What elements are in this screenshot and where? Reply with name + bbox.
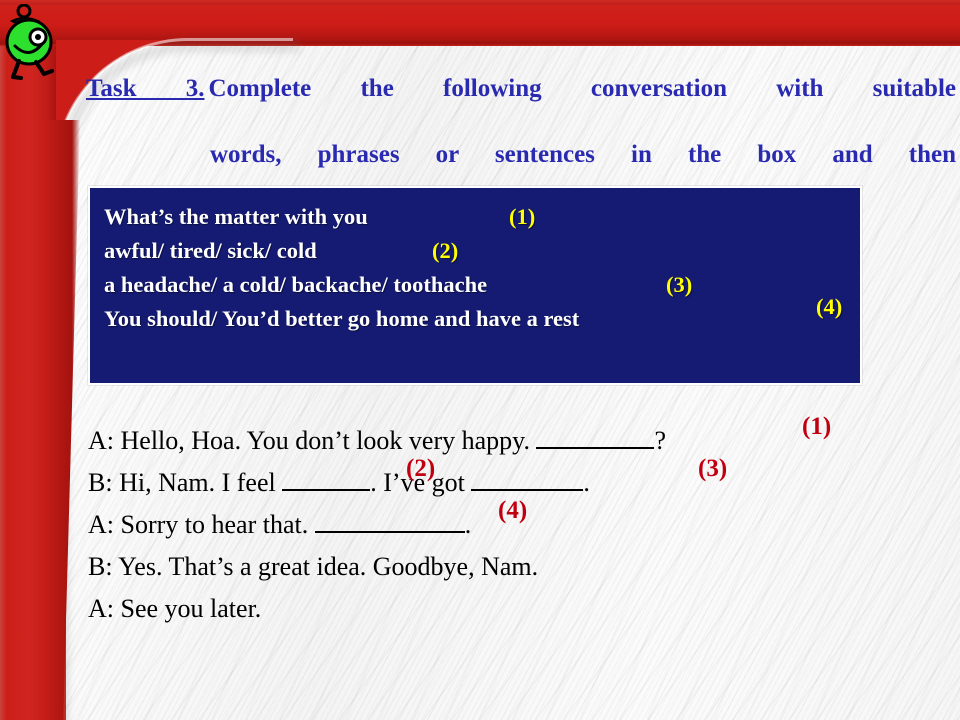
dialogue-text-1b: ? <box>654 426 667 455</box>
frame-top-band <box>0 0 960 46</box>
dialogue-line-1: A: Hello, Hoa. You don’t look very happy… <box>88 413 948 462</box>
word-bank-number-2: (2) <box>432 238 459 263</box>
green-creature-mascot-icon <box>5 4 54 80</box>
dialogue-line-3: A: Sorry to hear that. . (4) <box>88 497 948 546</box>
dialogue-number-1: (1) <box>802 413 832 440</box>
dialogue-line-5: A: See you later. <box>88 588 948 630</box>
instruction-line-1: Task 3. Complete the following conversati… <box>86 72 956 138</box>
dialogue-blank-1[interactable] <box>536 425 655 449</box>
dialogue-number-3: (3) <box>698 455 728 482</box>
dialogue-text-4: Yes. That’s a great idea. Goodbye, Nam. <box>112 552 539 581</box>
dialogue-text-1a: Hello, Hoa. You don’t look very happy. <box>114 426 537 455</box>
word-bank-row: You should/ You’d better go home and hav… <box>104 294 860 336</box>
dialogue-block: A: Hello, Hoa. You don’t look very happy… <box>88 413 948 630</box>
dialogue-blank-2[interactable] <box>282 467 371 491</box>
instruction-line-1-text: Complete the following conversation with… <box>208 75 957 102</box>
dialogue-text-2c: . <box>583 468 590 497</box>
word-bank-number-3: (3) <box>666 272 693 297</box>
word-bank-row: What’s the matter with you (1) <box>104 200 860 234</box>
word-bank-number-4: (4) <box>816 294 843 319</box>
dialogue-text-5: See you later. <box>114 594 262 623</box>
dialogue-speaker-2: B: <box>88 468 113 497</box>
dialogue-speaker-1: A: <box>88 426 114 455</box>
word-bank-row: awful/ tired/ sick/ cold (2) <box>104 234 860 268</box>
dialogue-number-2: (2) <box>406 455 436 482</box>
dialogue-blank-4[interactable] <box>314 509 465 533</box>
dialogue-number-4: (4) <box>498 497 528 524</box>
word-bank-row: a headache/ a cold/ backache/ toothache … <box>104 268 860 302</box>
dialogue-text-3b: . <box>464 510 472 539</box>
dialogue-speaker-3: A: <box>88 510 114 539</box>
dialogue-speaker-5: A: <box>88 594 114 623</box>
dialogue-line-4: B: Yes. That’s a great idea. Goodbye, Na… <box>88 546 948 588</box>
dialogue-text-2a: Hi, Nam. I feel <box>112 468 283 497</box>
slide-canvas: Task 3. Complete the following conversati… <box>0 0 960 720</box>
word-bank-text-2: awful/ tired/ sick/ cold <box>104 238 317 263</box>
frame-top-hairline <box>0 0 960 5</box>
word-bank-text-4: You should/ You’d better go home and hav… <box>104 306 580 331</box>
word-bank-number-1: (1) <box>509 204 536 229</box>
word-bank-box: What’s the matter with you (1) awful/ ti… <box>88 186 862 385</box>
word-bank-text-1: What’s the matter with you <box>104 204 368 229</box>
dialogue-speaker-4: B: <box>88 552 113 581</box>
dialogue-text-3a: Sorry to hear that. <box>114 510 315 539</box>
dialogue-blank-3[interactable] <box>471 467 584 491</box>
word-bank-text-3: a headache/ a cold/ backache/ toothache <box>104 272 488 297</box>
task-label: Task 3. <box>86 75 205 102</box>
